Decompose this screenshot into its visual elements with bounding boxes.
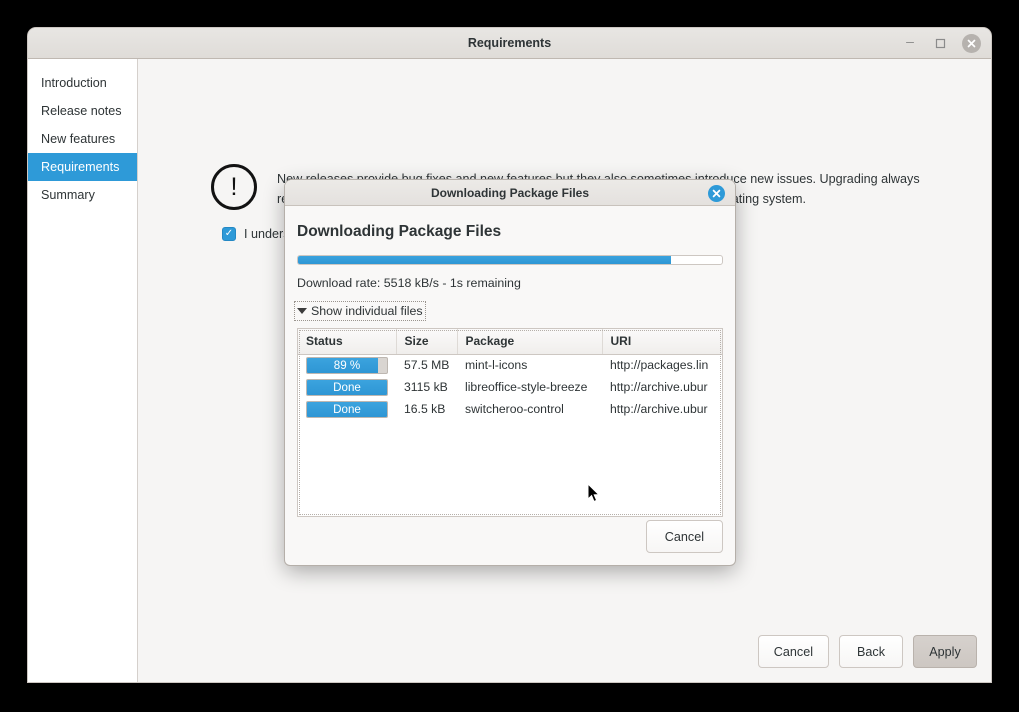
- sidebar-item-release-notes[interactable]: Release notes: [28, 97, 137, 125]
- cell-status: Done: [298, 398, 396, 420]
- window-titlebar: Requirements –: [28, 28, 991, 59]
- close-icon[interactable]: [962, 34, 981, 53]
- row-progress-bar: Done: [306, 400, 388, 418]
- sidebar-item-introduction[interactable]: Introduction: [28, 69, 137, 97]
- maximize-icon[interactable]: [932, 36, 948, 52]
- download-rate-status: Download rate: 5518 kB/s - 1s remaining: [297, 276, 521, 290]
- cell-size: 3115 kB: [404, 380, 448, 394]
- cell-uri: http://archive.ubur: [610, 380, 708, 394]
- table-row[interactable]: Done 16.5 kB switcheroo-control http://arch…: [298, 398, 722, 420]
- table-row[interactable]: Done 3115 kB libreoffice-style-breeze http:…: [298, 376, 722, 398]
- table-body: 89 % 57.5 MB mint-l-icons http://packages.l…: [298, 354, 722, 420]
- cell-package: libreoffice-style-breeze: [465, 380, 588, 394]
- cell-status: 89 %: [298, 354, 396, 376]
- cell-package: switcheroo-control: [465, 402, 564, 416]
- cell-package: mint-l-icons: [465, 358, 528, 373]
- cell-uri: http://archive.ubur: [610, 402, 708, 416]
- dialog-footer: Cancel: [645, 520, 723, 553]
- sidebar-item-label: Introduction: [41, 76, 107, 90]
- sidebar-item-summary[interactable]: Summary: [28, 181, 137, 209]
- apply-button[interactable]: Apply: [913, 635, 977, 668]
- cell-uri: http://packages.lin: [610, 358, 709, 373]
- row-progress-bar: 89 %: [306, 356, 388, 374]
- dialog-titlebar: Downloading Package Files: [285, 180, 735, 206]
- row-progress-label: 89 %: [333, 358, 361, 372]
- column-header-package[interactable]: Package: [457, 329, 603, 355]
- row-progress-label: Done: [333, 380, 361, 394]
- table-row[interactable]: 89 % 57.5 MB mint-l-icons http://packages.l…: [298, 354, 722, 376]
- chevron-down-icon: [297, 308, 307, 314]
- cancel-button[interactable]: Cancel: [757, 635, 829, 668]
- show-individual-files-toggle[interactable]: Show individual files: [294, 301, 426, 321]
- minimize-icon[interactable]: –: [902, 34, 918, 52]
- sidebar-item-new-features[interactable]: New features: [28, 125, 137, 153]
- agreement-checkbox[interactable]: ✓: [222, 227, 236, 241]
- column-header-status[interactable]: Status: [298, 329, 397, 355]
- sidebar-item-label: Requirements: [41, 160, 120, 174]
- downloading-package-files-dialog: Downloading Package Files Downloading Pa…: [285, 180, 735, 565]
- row-progress-bar: Done: [306, 378, 388, 396]
- dialog-close-icon[interactable]: [708, 185, 725, 202]
- file-list-table[interactable]: Status Size Package URI 89 % 57.5 MB mint-…: [297, 328, 723, 517]
- row-progress-label: Done: [333, 402, 361, 416]
- sidebar: Introduction Release notes New features …: [28, 59, 138, 682]
- sidebar-item-label: Release notes: [41, 104, 122, 118]
- sidebar-item-label: New features: [41, 132, 116, 146]
- dialog-cancel-button[interactable]: Cancel: [645, 520, 723, 553]
- window-controls: –: [902, 28, 981, 59]
- dialog-heading: Downloading Package Files: [297, 223, 502, 240]
- exclamation-mark-icon: !: [211, 164, 257, 210]
- window-title: Requirements: [467, 36, 552, 50]
- download-progress-bar: [297, 255, 723, 265]
- column-header-uri[interactable]: URI: [602, 329, 722, 355]
- check-icon: ✓: [224, 228, 234, 239]
- cell-size: 16.5 kB: [404, 402, 446, 416]
- dialog-body: Downloading Package Files Download rate:…: [285, 206, 735, 517]
- cell-size: 57.5 MB: [404, 358, 450, 373]
- show-individual-files-label: Show individual files: [311, 304, 423, 318]
- dialog-title: Downloading Package Files: [430, 185, 590, 200]
- back-button[interactable]: Back: [839, 635, 903, 668]
- table-header-row: Status Size Package URI: [298, 329, 722, 355]
- agreement-row[interactable]: ✓ I underst: [222, 227, 293, 241]
- progress-fill: [298, 256, 672, 264]
- sidebar-item-requirements[interactable]: Requirements: [28, 153, 137, 181]
- footer-actions: Cancel Back Apply: [757, 635, 977, 668]
- sidebar-item-label: Summary: [41, 188, 95, 202]
- cell-status: Done: [298, 376, 396, 398]
- column-header-size[interactable]: Size: [396, 329, 458, 355]
